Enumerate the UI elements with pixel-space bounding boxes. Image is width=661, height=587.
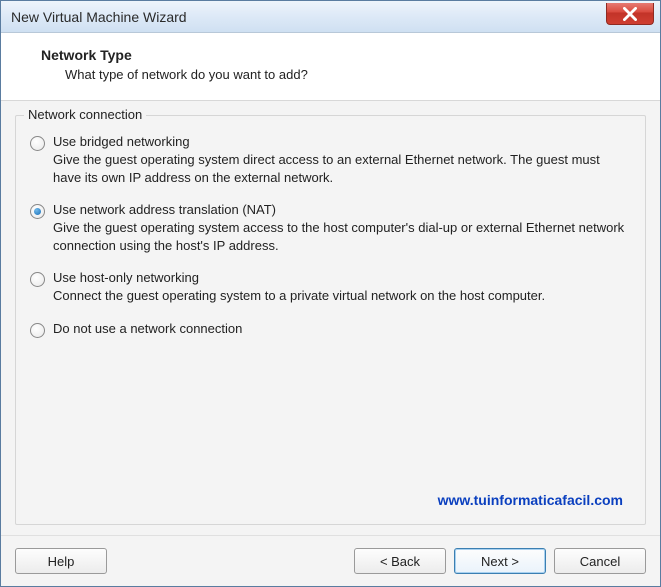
watermark-link[interactable]: www.tuinformaticafacil.com [30, 492, 623, 508]
option-bridged[interactable]: Use bridged networking Give the guest op… [30, 134, 631, 186]
cancel-button[interactable]: Cancel [554, 548, 646, 574]
option-bridged-label[interactable]: Use bridged networking [53, 134, 631, 149]
option-hostonly-label[interactable]: Use host-only networking [53, 270, 631, 285]
page-title: Network Type [41, 47, 636, 63]
window-title: New Virtual Machine Wizard [11, 9, 187, 25]
option-nat-desc: Give the guest operating system access t… [53, 219, 631, 254]
close-button[interactable] [606, 3, 654, 25]
radio-bridged[interactable] [30, 136, 45, 151]
option-nat-label[interactable]: Use network address translation (NAT) [53, 202, 631, 217]
button-bar: Help < Back Next > Cancel [1, 535, 660, 586]
option-hostonly[interactable]: Use host-only networking Connect the gue… [30, 270, 631, 305]
option-none-label[interactable]: Do not use a network connection [53, 321, 631, 336]
option-bridged-desc: Give the guest operating system direct a… [53, 151, 631, 186]
help-button[interactable]: Help [15, 548, 107, 574]
wizard-header: Network Type What type of network do you… [1, 33, 660, 101]
close-icon [623, 7, 637, 21]
radio-hostonly[interactable] [30, 272, 45, 287]
option-hostonly-desc: Connect the guest operating system to a … [53, 287, 631, 305]
radio-none[interactable] [30, 323, 45, 338]
next-button[interactable]: Next > [454, 548, 546, 574]
content-area: Network connection Use bridged networkin… [1, 101, 660, 535]
back-button[interactable]: < Back [354, 548, 446, 574]
page-subtitle: What type of network do you want to add? [65, 67, 636, 82]
radio-nat[interactable] [30, 204, 45, 219]
titlebar: New Virtual Machine Wizard [1, 1, 660, 33]
wizard-window: New Virtual Machine Wizard Network Type … [0, 0, 661, 587]
network-connection-group: Network connection Use bridged networkin… [15, 115, 646, 525]
option-nat[interactable]: Use network address translation (NAT) Gi… [30, 202, 631, 254]
option-none[interactable]: Do not use a network connection [30, 321, 631, 338]
group-legend: Network connection [24, 107, 146, 122]
